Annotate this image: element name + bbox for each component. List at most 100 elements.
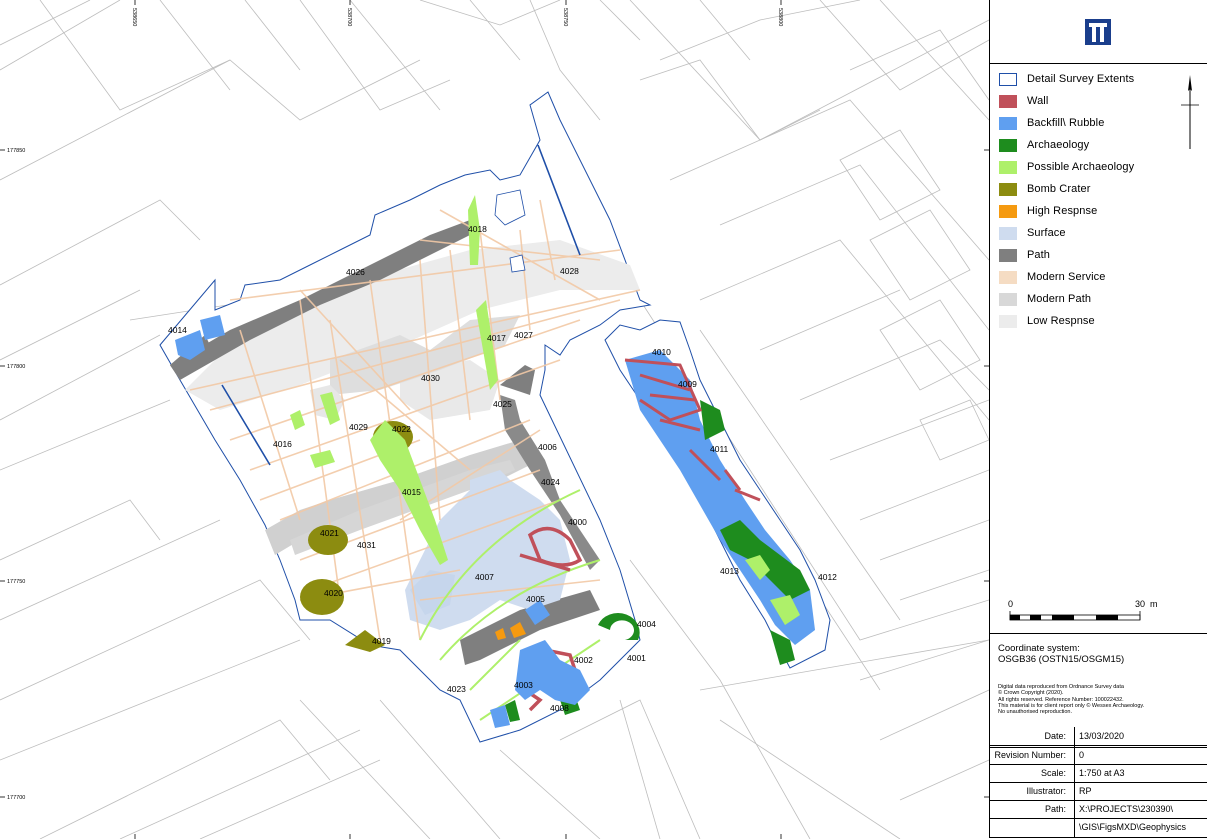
feature-label: 4010 bbox=[652, 347, 671, 357]
legend-swatch bbox=[999, 94, 1017, 108]
feature-label: 4008 bbox=[550, 703, 569, 713]
feature-label: 4015 bbox=[402, 487, 421, 497]
scale-end: 30 bbox=[1135, 599, 1146, 609]
legend-label: Possible Archaeology bbox=[1027, 161, 1135, 173]
legend-item-path: Path bbox=[999, 247, 1050, 263]
wessex-archaeology-logo-icon bbox=[1085, 19, 1111, 45]
feature-label: 4006 bbox=[538, 442, 557, 452]
legend-label: Modern Service bbox=[1027, 271, 1106, 283]
date-label: Date: bbox=[1044, 731, 1066, 741]
map-info-panel: Detail Survey Extents Wall Backfill\ Rub… bbox=[989, 0, 1207, 838]
path-value-cont: \GIS\FigsMXD\Geophysics bbox=[1079, 822, 1187, 832]
feature-label: 4025 bbox=[493, 399, 512, 409]
legend: Detail Survey Extents Wall Backfill\ Rub… bbox=[990, 63, 1207, 634]
feature-label: 4003 bbox=[514, 680, 533, 690]
revision-row: Revision Number: 0 bbox=[990, 746, 1207, 765]
path-row: Path: X:\PROJECTS\230390\ bbox=[990, 800, 1207, 818]
legend-label: Backfill\ Rubble bbox=[1027, 117, 1105, 129]
feature-label: 4017 bbox=[487, 333, 506, 343]
scale-start: 0 bbox=[1008, 599, 1014, 609]
feature-label: 4028 bbox=[560, 266, 579, 276]
legend-label: Path bbox=[1027, 249, 1051, 261]
legend-swatch bbox=[999, 226, 1017, 240]
legend-item-surface: Surface bbox=[999, 225, 1066, 241]
logo-section bbox=[990, 0, 1207, 64]
legend-item-possible-archaeology: Possible Archaeology bbox=[999, 159, 1134, 175]
scale-row: Scale: 1:750 at A3 bbox=[990, 764, 1207, 783]
legend-label: Archaeology bbox=[1027, 139, 1090, 151]
grid-y-label: 177700 bbox=[7, 795, 25, 801]
legend-swatch bbox=[999, 72, 1017, 86]
grid-x-label: 538650 bbox=[131, 8, 137, 26]
legend-item-backfill-rubble: Backfill\ Rubble bbox=[999, 115, 1104, 131]
legend-label: Bomb Crater bbox=[1027, 183, 1091, 195]
legend-swatch bbox=[999, 138, 1017, 152]
legend-label: High Respnse bbox=[1027, 205, 1098, 217]
feature-label: 4024 bbox=[541, 477, 560, 487]
feature-label: 4012 bbox=[818, 572, 837, 582]
feature-label: 4014 bbox=[168, 325, 187, 335]
date-value: 13/03/2020 bbox=[1079, 731, 1125, 741]
feature-label: 4021 bbox=[320, 528, 339, 538]
scale-unit: m bbox=[1150, 599, 1158, 609]
north-arrow-icon bbox=[1181, 75, 1199, 149]
feature-label: 4031 bbox=[357, 540, 376, 550]
feature-label: 4019 bbox=[372, 636, 391, 646]
feature-label: 4013 bbox=[720, 566, 739, 576]
scale-bar bbox=[1009, 611, 1141, 621]
legend-item-modern-service: Modern Service bbox=[999, 269, 1105, 285]
legend-swatch bbox=[999, 204, 1017, 218]
feature-label: 4011 bbox=[710, 444, 729, 454]
feature-label: 4000 bbox=[568, 517, 587, 527]
feature-label: 4026 bbox=[346, 267, 365, 277]
illustrator-value: RP bbox=[1079, 786, 1092, 796]
path-value: X:\PROJECTS\230390\ bbox=[1079, 804, 1174, 814]
feature-label: 4018 bbox=[468, 224, 487, 234]
legend-label: Modern Path bbox=[1027, 293, 1092, 305]
feature-label: 4030 bbox=[421, 373, 440, 383]
feature-label: 4027 bbox=[514, 330, 533, 340]
legend-swatch bbox=[999, 160, 1017, 174]
legend-item-modern-path: Modern Path bbox=[999, 291, 1091, 307]
grid-x-label: 538700 bbox=[346, 8, 352, 26]
feature-label: 4020 bbox=[324, 588, 343, 598]
legend-swatch bbox=[999, 116, 1017, 130]
date-row: Date: 13/03/2020 bbox=[990, 727, 1207, 746]
grid-x-label: 538800 bbox=[777, 8, 783, 26]
scale-label: Scale: bbox=[1040, 768, 1066, 778]
legend-item-wall: Wall bbox=[999, 93, 1048, 109]
legend-swatch bbox=[999, 182, 1017, 196]
grid-y-label: 177850 bbox=[7, 148, 25, 154]
legend-swatch bbox=[999, 248, 1017, 262]
feature-label: 4016 bbox=[273, 439, 292, 449]
legend-swatch bbox=[999, 314, 1017, 328]
feature-label: 4022 bbox=[392, 424, 411, 434]
legend-swatch bbox=[999, 292, 1017, 306]
grid-x-label: 538750 bbox=[562, 8, 568, 26]
legend-item-bomb-crater: Bomb Crater bbox=[999, 181, 1090, 197]
feature-label: 4007 bbox=[475, 572, 494, 582]
revision-label: Revision Number: bbox=[994, 750, 1066, 760]
scale-value: 1:750 at A3 bbox=[1079, 768, 1125, 778]
illustrator-row: Illustrator: RP bbox=[990, 782, 1207, 801]
feature-label: 4004 bbox=[637, 619, 656, 629]
feature-label: 4001 bbox=[627, 653, 646, 663]
feature-label: 4023 bbox=[447, 684, 466, 694]
legend-label: Wall bbox=[1027, 95, 1049, 107]
revision-value: 0 bbox=[1079, 750, 1085, 760]
path-label: Path: bbox=[1044, 804, 1066, 814]
legend-item-high-response: High Respnse bbox=[999, 203, 1097, 219]
survey-map[interactable]: 538650 538700 538750 538800 177850 17780… bbox=[0, 0, 989, 839]
copyright-line: No unauthorised reproduction. bbox=[998, 709, 1072, 716]
feature-label: 4009 bbox=[678, 379, 697, 389]
legend-label: Low Respnse bbox=[1027, 315, 1095, 327]
legend-label: Surface bbox=[1027, 227, 1066, 239]
copyright-notice: Digital data reproduced from Ordnance Su… bbox=[998, 684, 1198, 715]
feature-label: 4029 bbox=[349, 422, 368, 432]
grid-y-label: 177750 bbox=[7, 579, 25, 585]
legend-swatch bbox=[999, 270, 1017, 284]
illustrator-label: Illustrator: bbox=[1026, 786, 1066, 796]
legend-item-low-response: Low Respnse bbox=[999, 313, 1095, 329]
grid-y-label: 177800 bbox=[7, 364, 25, 370]
feature-label: 4002 bbox=[574, 655, 593, 665]
